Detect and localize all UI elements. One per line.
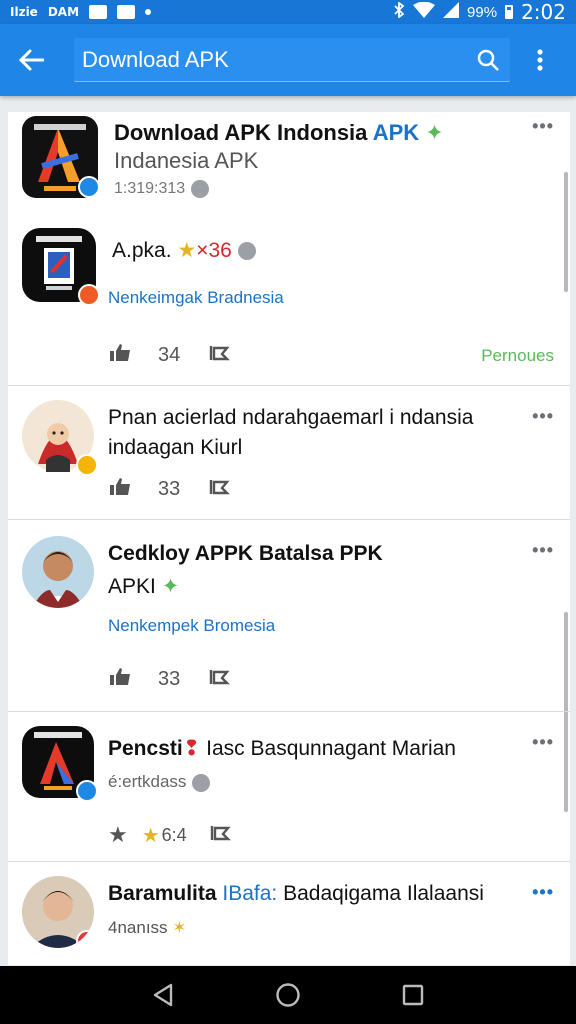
post-actions: ★ ★ 6:4	[108, 822, 233, 848]
like-count: 34	[158, 343, 181, 366]
man-avatar-icon	[22, 536, 94, 608]
comment-icon	[210, 826, 231, 841]
search-text: Download APK	[82, 46, 229, 72]
verified-badge-icon	[78, 176, 100, 198]
dot-icon	[145, 9, 152, 15]
like-count: 33	[158, 477, 181, 500]
comment-button[interactable]	[208, 476, 232, 502]
status-badge	[76, 930, 94, 948]
like-button[interactable]	[108, 342, 132, 368]
post-link[interactable]: Nenkeimgak Bradnesia	[108, 288, 284, 308]
post-card[interactable]: ••• Pencsti❢ Iasc Basqunnagant Marian é:…	[8, 712, 570, 862]
app-icon	[22, 116, 100, 198]
avatar	[22, 536, 94, 608]
more-vert-icon	[537, 49, 543, 71]
globe-icon	[192, 773, 211, 792]
more-options-button[interactable]: •••	[532, 116, 554, 137]
post-meta: 4nanıss ✶	[108, 918, 187, 937]
comment-button[interactable]	[208, 666, 232, 692]
post-card[interactable]: ••• Pnan acierlad ndarahgaemarl i ndansi…	[8, 386, 570, 520]
star-button[interactable]: ★	[108, 822, 128, 848]
post-actions: 33	[108, 666, 232, 692]
comment-icon	[210, 670, 231, 685]
avatar	[22, 400, 98, 476]
clock: 2:02	[521, 0, 566, 24]
app-icon	[22, 228, 100, 306]
status-badge	[78, 284, 100, 306]
star-icon: ★	[141, 824, 160, 847]
battery-icon	[505, 5, 514, 19]
arrow-left-icon	[18, 49, 44, 71]
status-bar: Ilzie DAM 99% 2:02	[0, 0, 576, 24]
app-icon	[22, 726, 98, 802]
post-title: A.pka. ★×36	[112, 238, 256, 263]
more-options-button[interactable]: •••	[532, 406, 554, 427]
bluetooth-icon	[393, 1, 405, 22]
sparkle-icon: ✶	[167, 918, 187, 937]
feed: Download APK Indonsia APK ✦ ••• Indanesi…	[8, 112, 570, 965]
action-link[interactable]: Pernoues	[481, 346, 554, 366]
nav-home-button[interactable]	[268, 975, 308, 1015]
rating-count: 6:4	[161, 824, 187, 845]
post-card[interactable]: ••• Baramulita IBafa: Badaqigama Ilalaan…	[8, 862, 570, 965]
avatar	[22, 876, 94, 948]
globe-icon	[191, 180, 210, 198]
comment-button[interactable]	[208, 342, 232, 368]
battery-percent: 99%	[467, 3, 498, 21]
search-button[interactable]	[466, 38, 510, 82]
comment-icon	[210, 480, 231, 495]
nav-recents-button[interactable]	[393, 975, 433, 1015]
search-input[interactable]: Download APK	[74, 38, 510, 82]
thumbs-up-icon	[110, 478, 130, 495]
post-title: Pencsti❢ Iasc Basqunnagant Marian	[108, 737, 456, 760]
post-title-line2: indaagan Kiurl	[108, 436, 243, 459]
post-subtitle: Indanesia APK	[114, 148, 259, 173]
wifi-icon	[413, 1, 436, 22]
comment-icon	[210, 346, 231, 361]
more-options-button[interactable]: •••	[532, 732, 554, 753]
post-actions: 34	[108, 342, 232, 368]
app-bar: Download APK	[0, 24, 576, 96]
comment-button[interactable]	[209, 822, 233, 848]
nav-back-button[interactable]	[143, 975, 183, 1015]
system-nav-bar	[0, 966, 576, 1024]
post-title: Download APK Indonsia APK ✦	[114, 120, 444, 145]
globe-icon	[237, 242, 256, 261]
verified-badge-icon	[76, 780, 98, 802]
overflow-menu-button[interactable]	[510, 24, 570, 96]
square-recents-icon	[403, 984, 424, 1006]
post-meta: é:ertkdass	[108, 772, 211, 792]
status-badge	[76, 454, 98, 476]
post-card[interactable]: Download APK Indonsia APK ✦ ••• Indanesi…	[8, 112, 570, 386]
status-text-1: Ilzie	[10, 5, 38, 19]
like-count: 33	[158, 667, 181, 690]
photo-icon	[89, 5, 108, 19]
thumbs-up-icon	[110, 344, 130, 361]
post-card[interactable]: ••• Cedkloy APPK Batalsa PPK APKI ✦ Nenk…	[8, 520, 570, 712]
thumbs-up-icon	[110, 668, 130, 685]
post-title: Pnan acierlad ndarahgaemarl i ndansia	[108, 406, 474, 429]
sparkle-icon: ✦	[425, 120, 444, 145]
status-text-2: DAM	[47, 5, 80, 19]
emoji-icon: ❢	[182, 737, 201, 760]
back-button[interactable]	[0, 24, 62, 96]
post-meta: 1:319:313	[114, 180, 210, 198]
like-button[interactable]	[108, 666, 132, 692]
post-title-line2: APKI ✦	[108, 575, 180, 598]
more-options-button[interactable]: •••	[532, 882, 554, 903]
search-icon	[477, 49, 499, 71]
like-button[interactable]	[108, 476, 132, 502]
signal-icon	[443, 2, 460, 22]
circle-home-icon	[276, 983, 300, 1007]
more-options-button[interactable]: •••	[532, 540, 554, 561]
triangle-back-icon	[153, 983, 172, 1007]
post-link[interactable]: Nenkempek Bromesia	[108, 616, 275, 636]
post-actions: 33	[108, 476, 232, 502]
post-title: Baramulita IBafa: Badaqigama Ilalaansi	[108, 882, 484, 905]
notification-icon	[117, 5, 136, 19]
star-icon: ★	[177, 239, 197, 262]
sparkle-icon: ✦	[161, 575, 180, 598]
post-title: Cedkloy APPK Batalsa PPK	[108, 542, 383, 565]
